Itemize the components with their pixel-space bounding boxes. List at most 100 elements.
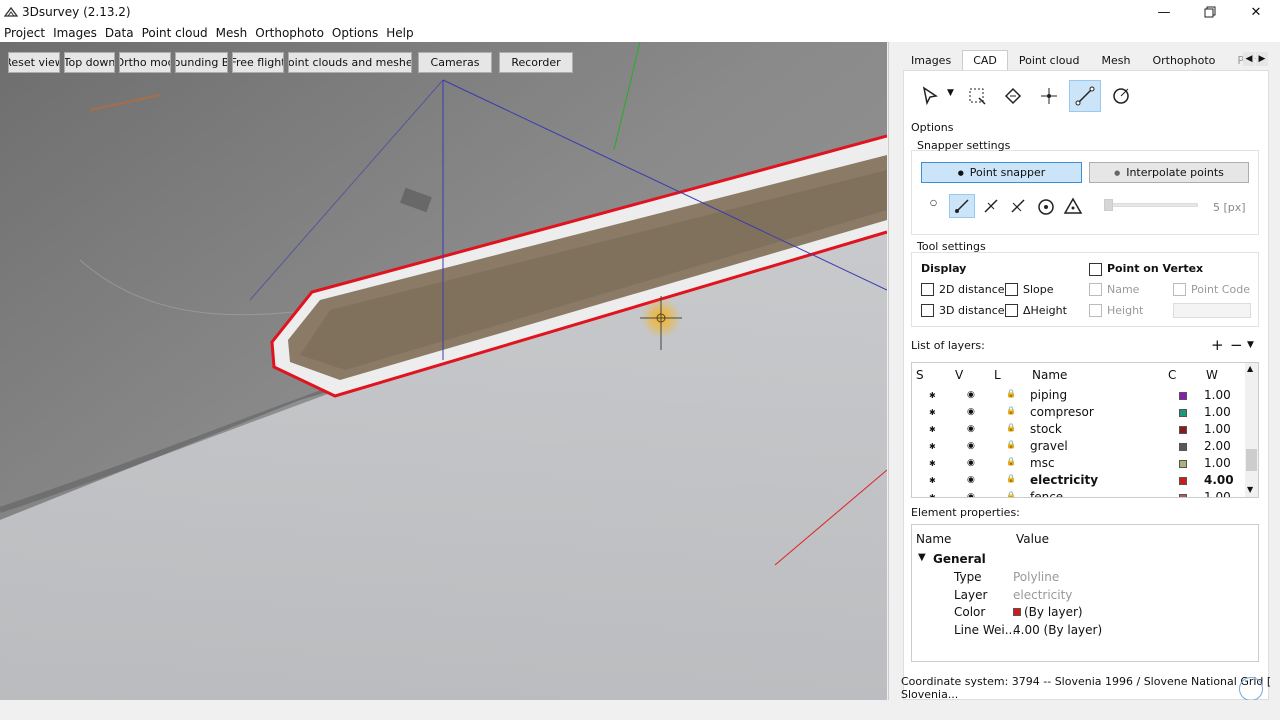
snap-endpoint-icon[interactable] xyxy=(949,194,975,218)
menu-help[interactable]: Help xyxy=(382,26,417,40)
menu-mesh[interactable]: Mesh xyxy=(212,26,252,40)
layer-color-swatch[interactable] xyxy=(1179,392,1187,400)
point-code-select[interactable] xyxy=(1173,303,1251,318)
visibility-eye-icon[interactable]: ◉ xyxy=(967,475,975,485)
snap-midpoint-icon[interactable] xyxy=(983,198,999,214)
menu-options[interactable]: Options xyxy=(328,26,382,40)
crosshair-icon[interactable] xyxy=(1033,80,1065,112)
tab-scroll-left-icon[interactable]: ◀ xyxy=(1243,52,1255,66)
top-down-button[interactable]: Top down xyxy=(64,52,115,73)
menu-orthophoto[interactable]: Orthophoto xyxy=(251,26,328,40)
tag-icon[interactable] xyxy=(997,80,1029,112)
free-flight-button[interactable]: Free flight xyxy=(232,52,284,73)
rect-select-icon[interactable] xyxy=(961,80,993,112)
snap-intersection-icon[interactable] xyxy=(1010,198,1026,214)
layer-row[interactable]: ✱ ◉ 🔒 gravel 2.00 xyxy=(912,439,1242,456)
layer-menu-icon[interactable]: ▼ xyxy=(1247,340,1254,350)
tab-mesh[interactable]: Mesh xyxy=(1090,50,1141,70)
snap-slider-handle[interactable] xyxy=(1104,199,1113,211)
menu-project[interactable]: Project xyxy=(0,26,49,40)
height-checkbox[interactable] xyxy=(1089,304,1102,317)
layer-row[interactable]: ✱ ◉ 🔒 fence 1.00 xyxy=(912,490,1242,497)
visibility-eye-icon[interactable]: ◉ xyxy=(967,390,975,400)
point-clouds-meshes-button[interactable]: Point clouds and meshes xyxy=(288,52,412,73)
snap-triangle-icon[interactable] xyxy=(1063,197,1083,215)
lock-icon[interactable]: 🔒 xyxy=(1006,406,1016,415)
point-snapper-button[interactable]: ● Point snapper xyxy=(921,162,1082,183)
cameras-button[interactable]: Cameras xyxy=(418,52,492,73)
dropdown-arrow-icon[interactable]: ▼ xyxy=(947,88,954,98)
chevron-down-icon[interactable]: ▼ xyxy=(918,552,926,563)
2d-distance-checkbox[interactable] xyxy=(921,283,934,296)
3d-distance-checkbox[interactable] xyxy=(921,304,934,317)
layer-color-swatch[interactable] xyxy=(1179,477,1187,485)
visibility-eye-icon[interactable]: ◉ xyxy=(967,424,975,434)
layer-select-icon[interactable]: ✱ xyxy=(929,459,936,468)
point-code-checkbox[interactable] xyxy=(1173,283,1186,296)
layer-row[interactable]: ✱ ◉ 🔒 piping 1.00 xyxy=(912,388,1242,405)
layers-list[interactable]: S V L Name C W ✱ ◉ 🔒 piping 1.00 ✱ ◉ 🔒 compresor… xyxy=(911,362,1259,498)
ortho-mode-button[interactable]: Ortho mod xyxy=(119,52,171,73)
menu-images[interactable]: Images xyxy=(49,26,101,40)
visibility-eye-icon[interactable]: ◉ xyxy=(967,458,975,468)
layer-select-icon[interactable]: ✱ xyxy=(929,391,936,400)
circle-line-icon[interactable] xyxy=(1105,80,1137,112)
visibility-eye-icon[interactable]: ◉ xyxy=(967,492,975,497)
layer-select-icon[interactable]: ✱ xyxy=(929,408,936,417)
lock-icon[interactable]: 🔒 xyxy=(1006,389,1016,398)
name-checkbox[interactable] xyxy=(1089,283,1102,296)
status-circle-icon[interactable] xyxy=(1239,677,1263,701)
lock-icon[interactable]: 🔒 xyxy=(1006,423,1016,432)
layer-select-icon[interactable]: ✱ xyxy=(929,493,936,497)
layer-color-swatch[interactable] xyxy=(1179,443,1187,451)
recorder-button[interactable]: Recorder xyxy=(499,52,573,73)
tab-images[interactable]: Images xyxy=(900,50,962,70)
restore-icon[interactable] xyxy=(1187,0,1233,24)
point-on-vertex-checkbox[interactable] xyxy=(1089,263,1102,276)
tab-orthophoto[interactable]: Orthophoto xyxy=(1141,50,1226,70)
snap-point-icon[interactable]: ○ xyxy=(930,198,942,214)
snap-slider[interactable] xyxy=(1104,203,1198,207)
visibility-eye-icon[interactable]: ◉ xyxy=(967,407,975,417)
layer-color-swatch[interactable] xyxy=(1179,460,1187,468)
layer-select-icon[interactable]: ✱ xyxy=(929,442,936,451)
minimize-icon[interactable]: — xyxy=(1141,0,1187,24)
tab-scroll-right-icon[interactable]: ▶ xyxy=(1256,52,1268,66)
remove-layer-icon[interactable]: − xyxy=(1230,336,1243,354)
layer-color-swatch[interactable] xyxy=(1179,426,1187,434)
lock-icon[interactable]: 🔒 xyxy=(1006,457,1016,466)
scroll-down-icon[interactable]: ▼ xyxy=(1247,485,1253,494)
viewport-scene xyxy=(0,42,887,700)
menu-data[interactable]: Data xyxy=(101,26,138,40)
interpolate-points-button[interactable]: ● Interpolate points xyxy=(1089,162,1249,183)
lock-icon[interactable]: 🔒 xyxy=(1006,440,1016,449)
layer-row[interactable]: ✱ ◉ 🔒 electricity 4.00 xyxy=(912,473,1242,490)
layer-row[interactable]: ✱ ◉ 🔒 compresor 1.00 xyxy=(912,405,1242,422)
layer-row[interactable]: ✱ ◉ 🔒 msc 1.00 xyxy=(912,456,1242,473)
snap-center-icon[interactable] xyxy=(1037,198,1055,216)
lock-icon[interactable]: 🔒 xyxy=(1006,474,1016,483)
tab-cad[interactable]: CAD xyxy=(962,50,1008,70)
layer-color-swatch[interactable] xyxy=(1179,409,1187,417)
add-layer-icon[interactable]: + xyxy=(1211,336,1224,354)
lock-icon[interactable]: 🔒 xyxy=(1006,491,1016,497)
layer-select-icon[interactable]: ✱ xyxy=(929,425,936,434)
layers-scrollbar[interactable]: ▲ ▼ xyxy=(1245,363,1258,497)
select-arrow-icon[interactable] xyxy=(914,80,946,112)
3d-viewport[interactable] xyxy=(0,42,887,700)
scroll-thumb[interactable] xyxy=(1246,449,1257,471)
slope-checkbox[interactable] xyxy=(1005,283,1018,296)
layer-select-icon[interactable]: ✱ xyxy=(929,476,936,485)
reset-view-button[interactable]: Reset view xyxy=(8,52,60,73)
scroll-up-icon[interactable]: ▲ xyxy=(1247,364,1253,373)
menu-point-cloud[interactable]: Point cloud xyxy=(138,26,212,40)
bounding-box-button[interactable]: ounding B xyxy=(175,52,228,73)
delta-height-checkbox[interactable] xyxy=(1005,304,1018,317)
layer-weight: 2.00 xyxy=(1204,439,1231,453)
tab-point-cloud[interactable]: Point cloud xyxy=(1008,50,1091,70)
layer-row[interactable]: ✱ ◉ 🔒 stock 1.00 xyxy=(912,422,1242,439)
layer-color-swatch[interactable] xyxy=(1179,494,1187,497)
polyline-icon[interactable] xyxy=(1069,80,1101,112)
close-icon[interactable]: ✕ xyxy=(1233,0,1279,24)
visibility-eye-icon[interactable]: ◉ xyxy=(967,441,975,451)
